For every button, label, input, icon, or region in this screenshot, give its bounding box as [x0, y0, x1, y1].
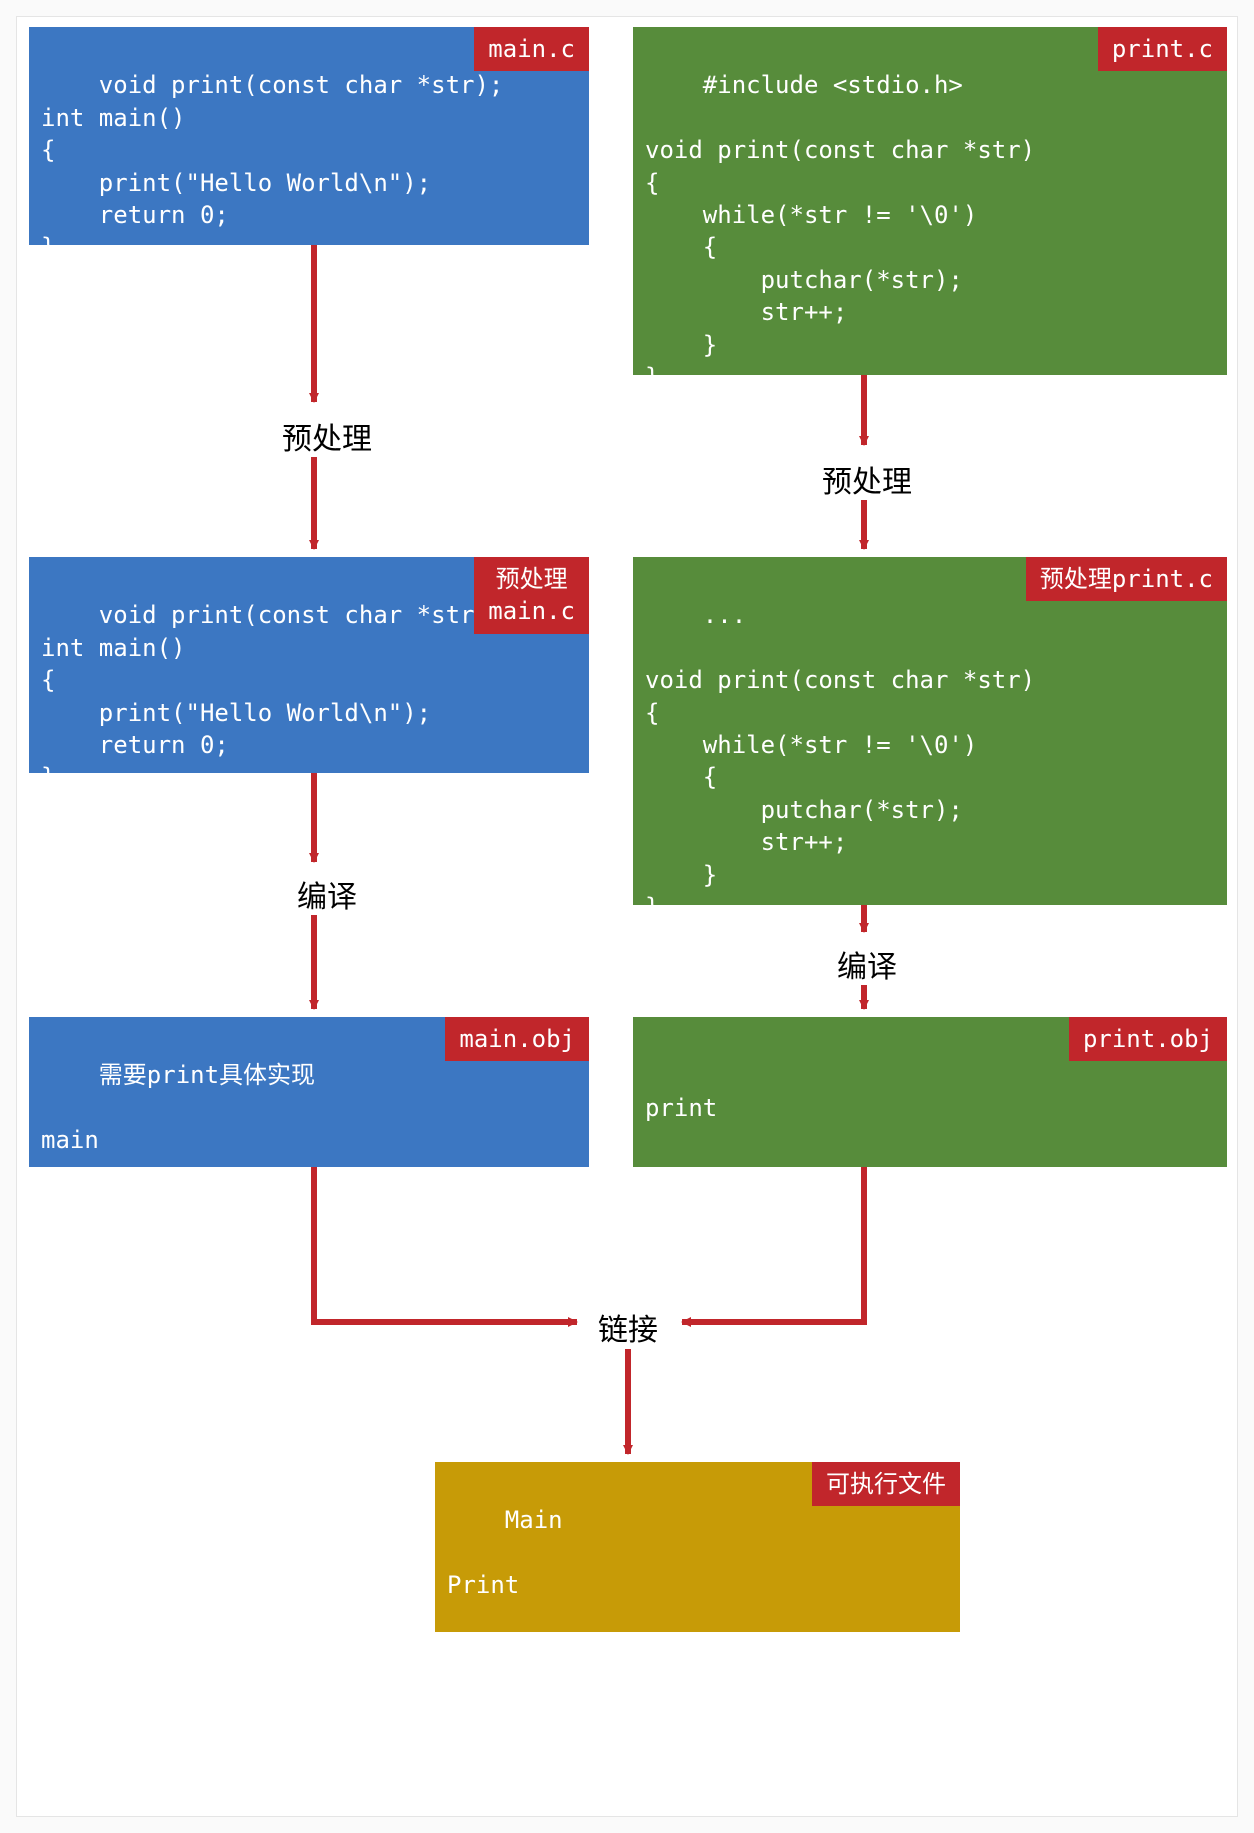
label-preprocess-left: 预处理 — [277, 414, 377, 458]
tag-main-pre: 预处理 main.c — [474, 557, 589, 634]
box-print-c: #include <stdio.h> void print(const char… — [633, 27, 1227, 375]
label-preprocess-right: 预处理 — [817, 457, 917, 501]
box-print-pre: ... void print(const char *str) { while(… — [633, 557, 1227, 905]
code-print-obj: print — [645, 1094, 717, 1122]
code-exe: Main Print — [447, 1506, 563, 1599]
box-main-c: void print(const char *str); int main() … — [29, 27, 589, 245]
box-main-obj: 需要print具体实现 main main.obj — [29, 1017, 589, 1167]
box-main-pre: void print(const char *str); int main() … — [29, 557, 589, 773]
code-main-c: void print(const char *str); int main() … — [41, 71, 503, 261]
tag-exe: 可执行文件 — [812, 1462, 960, 1506]
code-main-pre: void print(const char *str); int main() … — [41, 601, 503, 791]
compilation-diagram: void print(const char *str); int main() … — [16, 16, 1238, 1817]
tag-print-obj: print.obj — [1069, 1017, 1227, 1061]
tag-main-obj: main.obj — [445, 1017, 589, 1061]
box-print-obj: print print.obj — [633, 1017, 1227, 1167]
label-link: 链接 — [593, 1305, 663, 1349]
tag-print-c: print.c — [1098, 27, 1227, 71]
label-compile-left: 编译 — [292, 872, 362, 916]
label-compile-right: 编译 — [832, 942, 902, 986]
tag-print-pre: 预处理print.c — [1026, 557, 1227, 601]
tag-main-c: main.c — [474, 27, 589, 71]
box-executable: Main Print 可执行文件 — [435, 1462, 960, 1632]
code-main-obj: 需要print具体实现 main — [41, 1061, 315, 1154]
code-print-c: #include <stdio.h> void print(const char… — [645, 71, 1035, 391]
code-print-pre: ... void print(const char *str) { while(… — [645, 601, 1035, 921]
